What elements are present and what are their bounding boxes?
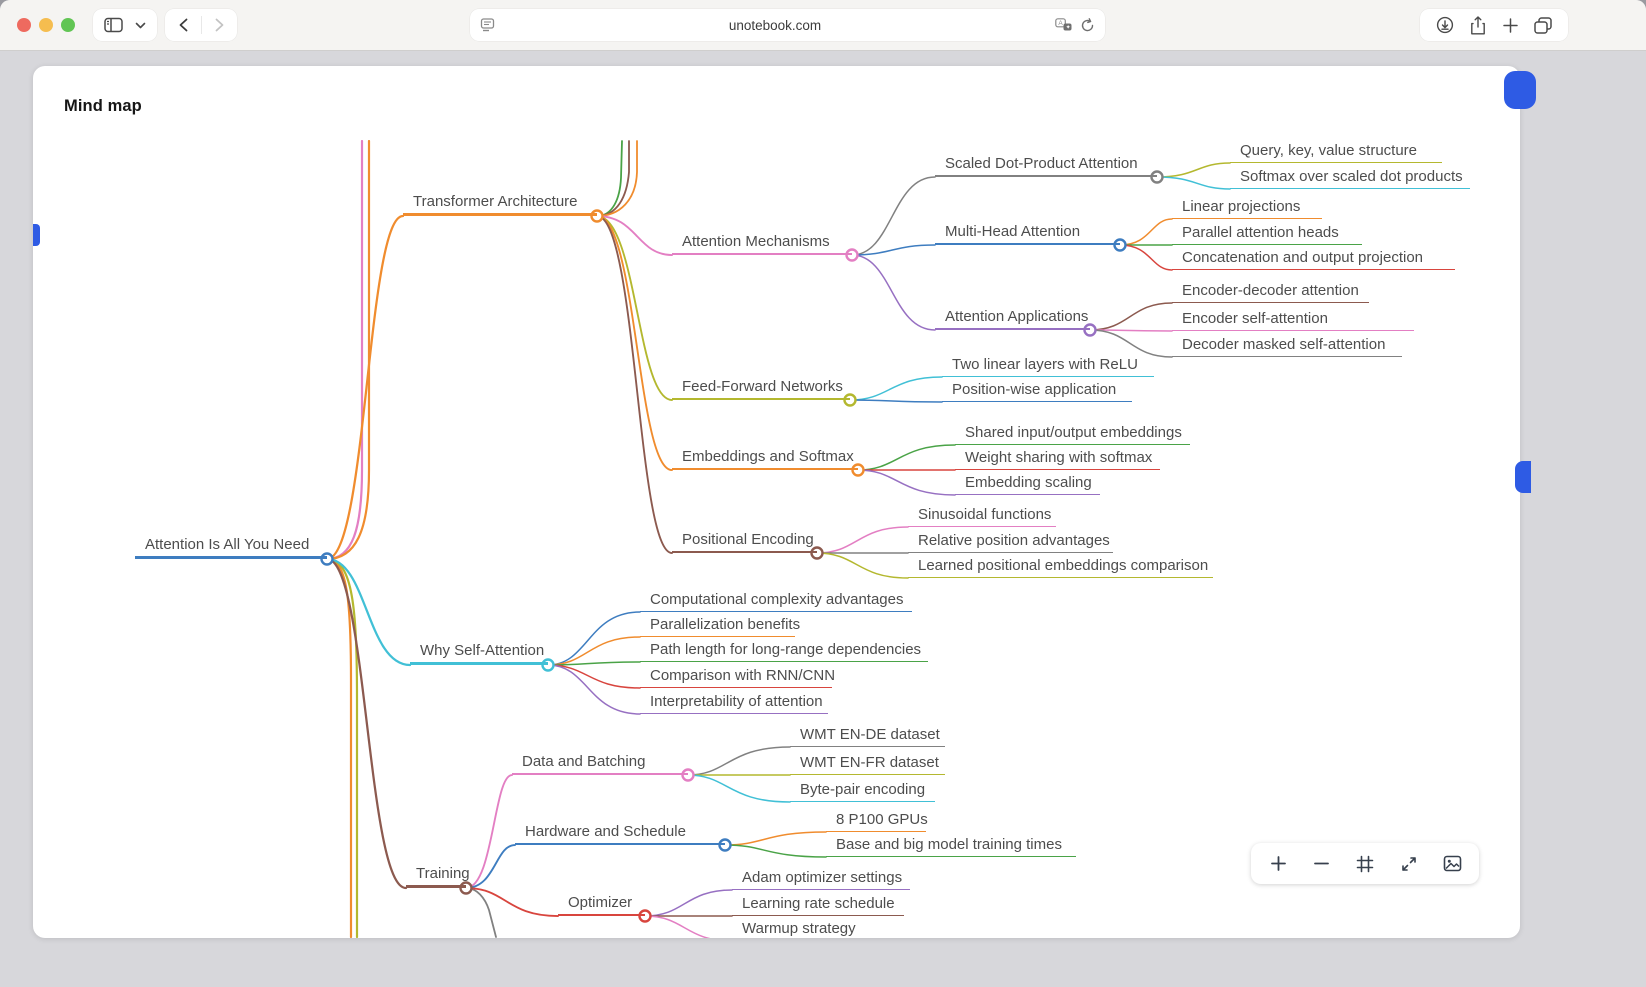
svg-text:✦: ✦ (1066, 24, 1071, 31)
cutoff-tab-left-edge[interactable] (33, 224, 40, 246)
mindmap-node-circle-root[interactable] (322, 554, 333, 565)
address-bar[interactable]: unotebook.com A ✦ (470, 9, 1105, 41)
mindmap-link (850, 377, 942, 400)
mindmap-node-circle-es[interactable] (853, 465, 864, 476)
mindmap-link (548, 637, 640, 665)
mindmap-link (725, 845, 826, 857)
mindmap-link (327, 216, 403, 559)
mindmap-node-circle-wsa[interactable] (543, 660, 554, 671)
mindmap-node-circle-sdpa[interactable] (1152, 172, 1163, 183)
url-text[interactable]: unotebook.com (495, 18, 1055, 33)
mindmap-link (852, 245, 935, 255)
mindmap-node-circle-hs[interactable] (720, 840, 731, 851)
reload-button[interactable] (1080, 9, 1095, 41)
reader-icon (480, 18, 495, 32)
mindmap-link (858, 445, 955, 470)
share-icon (1470, 16, 1486, 35)
mindmap-node-circle-aa[interactable] (1085, 325, 1096, 336)
tabs-icon (1534, 17, 1552, 34)
mindmap-link (817, 553, 908, 578)
mindmap-link (645, 916, 732, 938)
page-title: Mind map (64, 97, 142, 116)
share-button[interactable] (1470, 9, 1486, 41)
mindmap-link (858, 470, 955, 495)
new-tab-button[interactable] (1503, 9, 1518, 41)
forward-arrow-icon (215, 18, 224, 32)
tab-overview-button[interactable] (1534, 9, 1552, 41)
zoom-window-button[interactable] (61, 18, 75, 32)
mindmap-link (725, 832, 826, 845)
downloads-button[interactable] (1436, 9, 1454, 41)
mindmap-link (1120, 245, 1172, 270)
forward-button[interactable] (202, 9, 237, 41)
sidebar-toggle-button[interactable] (104, 9, 123, 41)
mindmap-link (1157, 163, 1230, 177)
mindmap-canvas[interactable] (33, 140, 1520, 938)
mindmap-link (852, 255, 935, 330)
mindmap-offscreen-link (466, 888, 496, 937)
export-image-button[interactable] (1439, 843, 1465, 884)
mindmap-link (466, 888, 558, 916)
download-icon (1436, 16, 1454, 34)
translate-icon: A ✦ (1055, 18, 1072, 32)
mindmap-link (850, 400, 942, 402)
mindmap-link (688, 747, 790, 775)
mindmap-link (466, 775, 512, 888)
back-button[interactable] (165, 9, 201, 41)
mindmap-viewport[interactable]: Attention Is All You NeedTransformer Arc… (33, 140, 1520, 938)
fit-view-icon (1356, 855, 1374, 873)
chevron-down-icon (135, 22, 146, 29)
zoom-in-icon (1270, 855, 1287, 872)
mindmap-link (688, 775, 790, 802)
mindmap-link (1157, 177, 1230, 189)
browser-window: unotebook.com A ✦ (0, 0, 1646, 987)
mindmap-link (597, 216, 672, 553)
mindmap-link (548, 665, 640, 688)
reader-view-button[interactable] (480, 9, 495, 41)
mindmap-offscreen-link (597, 141, 637, 216)
close-window-button[interactable] (17, 18, 31, 32)
mindmap-link (1090, 330, 1172, 357)
mindmap-offscreen-link (327, 141, 362, 559)
mindmap-node-circle-mha[interactable] (1115, 240, 1126, 251)
mindmap-link (645, 890, 732, 916)
mindmap-link (548, 665, 640, 714)
cutoff-action-button-top-right[interactable] (1504, 71, 1536, 109)
mindmap-node-circle-pe[interactable] (812, 548, 823, 559)
mindmap-node-circle-db[interactable] (683, 770, 694, 781)
zoom-out-icon (1313, 855, 1330, 872)
mindmap-offscreen-link (327, 559, 351, 937)
back-arrow-icon (179, 18, 188, 32)
cutoff-action-button-mid-right[interactable] (1515, 461, 1531, 493)
sidebar-icon (104, 17, 123, 33)
sidebar-control-group (93, 9, 157, 41)
mindmap-node-circle-ta[interactable] (592, 211, 603, 222)
minimize-window-button[interactable] (39, 18, 53, 32)
sidebar-menu-button[interactable] (135, 9, 146, 41)
window-actions-group (1420, 9, 1568, 41)
mindmap-node-circle-ffn[interactable] (845, 395, 856, 406)
mindmap-link (852, 177, 935, 255)
mindmap-link (1090, 303, 1172, 330)
mindmap-link (1120, 219, 1172, 245)
mindmap-node-circle-opt[interactable] (640, 911, 651, 922)
zoom-in-button[interactable] (1265, 843, 1291, 884)
nav-control-group (165, 9, 237, 41)
mindmap-link (327, 559, 410, 665)
browser-toolbar: unotebook.com A ✦ (0, 0, 1646, 51)
mindmap-toolbar (1251, 843, 1479, 884)
reload-icon (1080, 18, 1095, 33)
mindmap-node-circle-am[interactable] (847, 250, 858, 261)
fit-view-button[interactable] (1352, 843, 1378, 884)
translate-button[interactable]: A ✦ (1055, 9, 1072, 41)
fullscreen-icon (1400, 855, 1418, 873)
mindmap-link (466, 845, 515, 888)
zoom-out-button[interactable] (1309, 843, 1335, 884)
fullscreen-button[interactable] (1396, 843, 1422, 884)
image-icon (1443, 855, 1462, 872)
mindmap-node-circle-tr[interactable] (461, 883, 472, 894)
plus-icon (1503, 18, 1518, 33)
mindmap-link (817, 527, 908, 553)
svg-text:A: A (1058, 20, 1063, 27)
